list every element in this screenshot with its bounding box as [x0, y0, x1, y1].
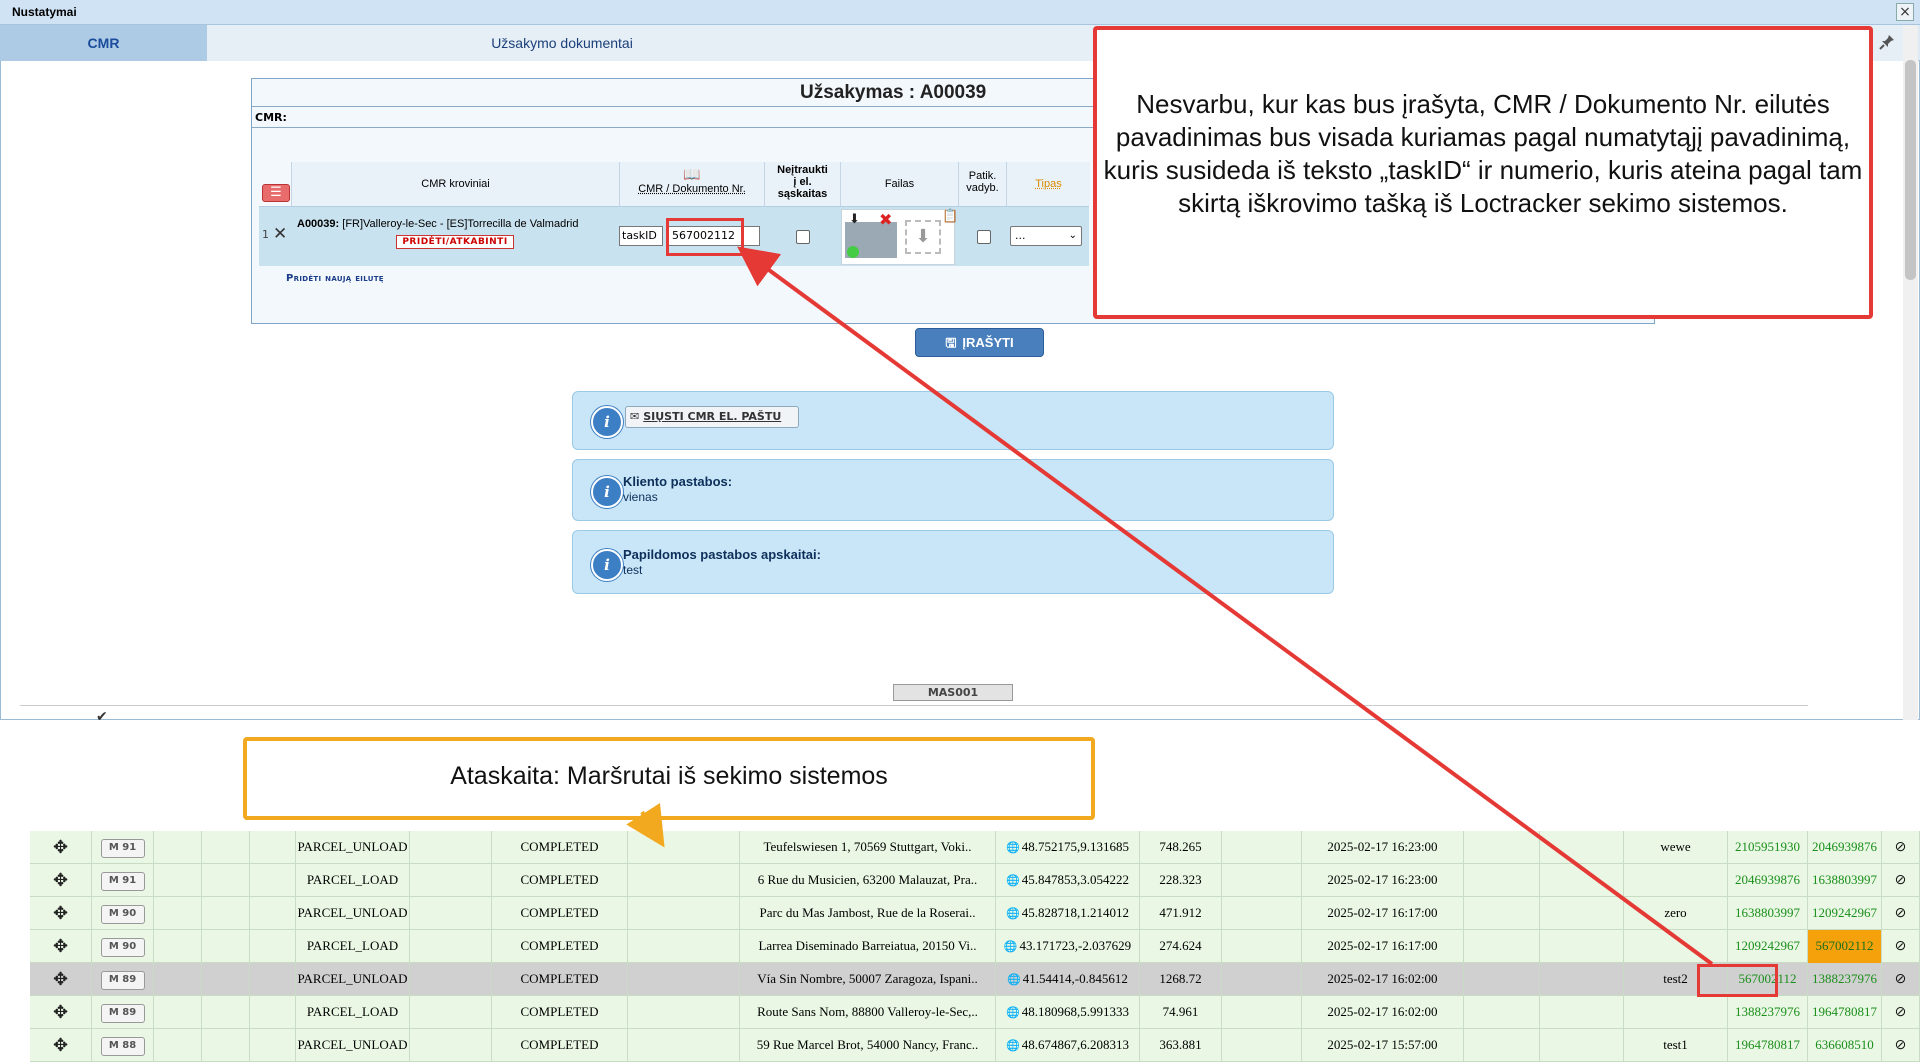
arrow-orange: [626, 803, 665, 848]
arrow-overlay: [626, 246, 1714, 966]
arrow-red: [737, 246, 1714, 966]
